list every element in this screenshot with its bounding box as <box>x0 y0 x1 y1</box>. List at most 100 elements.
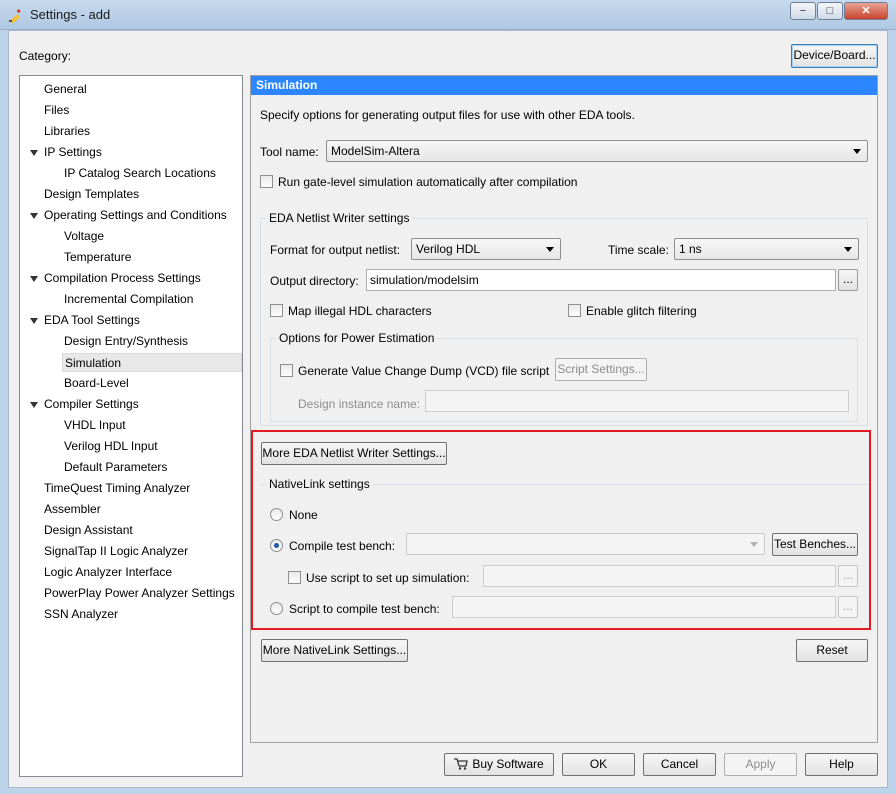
tree-item-verilog-hdl-input[interactable]: Verilog HDL Input <box>62 437 242 456</box>
tree-item-signaltap-ii-logic-analyzer[interactable]: SignalTap II Logic Analyzer <box>42 542 242 561</box>
script-settings-button[interactable]: Script Settings... <box>555 358 647 381</box>
browse-script-compile-button[interactable]: ... <box>838 596 858 618</box>
tree-item-label: VHDL Input <box>64 418 126 432</box>
tree-item-label: Default Parameters <box>64 460 168 474</box>
time-scale-label: Time scale: <box>608 243 669 257</box>
ok-button[interactable]: OK <box>562 753 635 776</box>
map-illegal-label: Map illegal HDL characters <box>288 304 432 318</box>
tree-item-operating-settings-and-conditions[interactable]: Operating Settings and Conditions <box>42 206 242 225</box>
tree-item-temperature[interactable]: Temperature <box>62 248 242 267</box>
compile-test-bench-select[interactable] <box>406 533 765 555</box>
tree-item-label: General <box>44 82 87 96</box>
enable-glitch-checkbox[interactable] <box>568 304 581 317</box>
cancel-button[interactable]: Cancel <box>643 753 716 776</box>
browse-use-script-button[interactable]: ... <box>838 565 858 587</box>
use-script-input[interactable] <box>483 565 836 587</box>
tree-item-design-templates[interactable]: Design Templates <box>42 185 242 204</box>
output-directory-label: Output directory: <box>270 274 359 288</box>
tree-item-label: Logic Analyzer Interface <box>44 565 173 579</box>
tree-item-label: Simulation <box>65 356 122 370</box>
run-gate-level-checkbox[interactable] <box>260 175 273 188</box>
expand-arrow-icon[interactable] <box>30 276 38 282</box>
nativelink-group-title: NativeLink settings <box>266 477 373 491</box>
expand-arrow-icon[interactable] <box>30 318 38 324</box>
minimize-button[interactable]: − <box>790 2 816 20</box>
output-directory-input[interactable]: simulation/modelsim <box>366 269 836 291</box>
enable-glitch-label: Enable glitch filtering <box>586 304 697 318</box>
tree-item-label: Board-Level <box>64 376 129 390</box>
vcd-checkbox[interactable] <box>280 364 293 377</box>
tree-item-files[interactable]: Files <box>42 101 242 120</box>
chevron-down-icon <box>546 247 554 252</box>
more-nativelink-button[interactable]: More NativeLink Settings... <box>261 639 408 662</box>
window-title: Settings - add <box>30 7 111 22</box>
compile-test-bench-radio[interactable] <box>270 539 283 552</box>
script-compile-input[interactable] <box>452 596 836 618</box>
device-board-button[interactable]: Device/Board... <box>791 44 878 68</box>
tree-item-assembler[interactable]: Assembler <box>42 500 242 519</box>
time-scale-select[interactable]: 1 ns <box>674 238 859 260</box>
tree-item-label: Design Entry/Synthesis <box>64 334 189 348</box>
time-scale-value: 1 ns <box>679 242 702 256</box>
eda-netlist-group-title: EDA Netlist Writer settings <box>266 211 413 225</box>
tree-item-ip-catalog-search-locations[interactable]: IP Catalog Search Locations <box>62 164 242 183</box>
apply-button[interactable]: Apply <box>724 753 797 776</box>
power-estimation-group-title: Options for Power Estimation <box>276 331 438 345</box>
chevron-down-icon <box>750 542 758 547</box>
tree-item-general[interactable]: General <box>42 80 242 99</box>
settings-pencil-icon <box>9 8 21 23</box>
tree-item-design-entry-synthesis[interactable]: Design Entry/Synthesis <box>62 332 242 351</box>
map-illegal-checkbox[interactable] <box>270 304 283 317</box>
more-eda-netlist-button[interactable]: More EDA Netlist Writer Settings... <box>261 442 447 465</box>
buy-software-button[interactable]: Buy Software <box>444 753 554 776</box>
tree-item-incremental-compilation[interactable]: Incremental Compilation <box>62 290 242 309</box>
tree-item-label: Design Assistant <box>44 523 133 537</box>
reset-button[interactable]: Reset <box>796 639 868 662</box>
tree-item-label: Design Templates <box>44 187 140 201</box>
tree-item-ip-settings[interactable]: IP Settings <box>42 143 242 162</box>
close-button[interactable]: ✕ <box>844 2 888 20</box>
tree-item-default-parameters[interactable]: Default Parameters <box>62 458 242 477</box>
tree-item-label: Assembler <box>44 502 101 516</box>
expand-arrow-icon[interactable] <box>30 402 38 408</box>
format-label: Format for output netlist: <box>270 243 401 257</box>
category-tree[interactable]: General Files Libraries IP Settings IP Catal… <box>19 75 243 777</box>
tree-item-board-level[interactable]: Board-Level <box>62 374 242 393</box>
design-instance-input[interactable] <box>425 390 849 412</box>
tree-item-logic-analyzer-interface[interactable]: Logic Analyzer Interface <box>42 563 242 582</box>
panel-title: Simulation <box>251 76 877 95</box>
chevron-down-icon <box>853 149 861 154</box>
tree-item-vhdl-input[interactable]: VHDL Input <box>62 416 242 435</box>
tree-item-powerplay-power-analyzer-settings[interactable]: PowerPlay Power Analyzer Settings <box>42 584 242 603</box>
tree-item-eda-tool-settings[interactable]: EDA Tool Settings <box>42 311 242 330</box>
tree-item-ssn-analyzer[interactable]: SSN Analyzer <box>42 605 242 624</box>
title-bar: Settings - add − □ ✕ <box>0 0 896 30</box>
use-script-checkbox[interactable] <box>288 571 301 584</box>
tree-item-label: PowerPlay Power Analyzer Settings <box>44 586 235 600</box>
tree-item-libraries[interactable]: Libraries <box>42 122 242 141</box>
expand-arrow-icon[interactable] <box>30 150 38 156</box>
help-button[interactable]: Help <box>805 753 878 776</box>
tree-item-simulation[interactable]: Simulation <box>62 353 242 372</box>
browse-output-directory-button[interactable]: ... <box>838 269 858 291</box>
tree-item-timequest-timing-analyzer[interactable]: TimeQuest Timing Analyzer <box>42 479 242 498</box>
test-benches-button[interactable]: Test Benches... <box>772 533 858 556</box>
none-radio[interactable] <box>270 508 283 521</box>
tree-item-label: Voltage <box>64 229 105 243</box>
tree-item-label: Operating Settings and Conditions <box>44 208 227 222</box>
format-select[interactable]: Verilog HDL <box>411 238 561 260</box>
expand-arrow-icon[interactable] <box>30 213 38 219</box>
tree-item-compilation-process-settings[interactable]: Compilation Process Settings <box>42 269 242 288</box>
tree-item-label: Files <box>44 103 70 117</box>
buy-software-label: Buy Software <box>472 757 544 771</box>
maximize-button[interactable]: □ <box>817 2 843 20</box>
tree-item-voltage[interactable]: Voltage <box>62 227 242 246</box>
tree-item-label: Libraries <box>44 124 91 138</box>
chevron-down-icon <box>844 247 852 252</box>
tool-name-select[interactable]: ModelSim-Altera <box>326 140 868 162</box>
format-value: Verilog HDL <box>416 242 481 256</box>
tree-item-compiler-settings[interactable]: Compiler Settings <box>42 395 242 414</box>
script-compile-radio[interactable] <box>270 602 283 615</box>
shopping-cart-icon <box>454 758 469 770</box>
tree-item-design-assistant[interactable]: Design Assistant <box>42 521 242 540</box>
